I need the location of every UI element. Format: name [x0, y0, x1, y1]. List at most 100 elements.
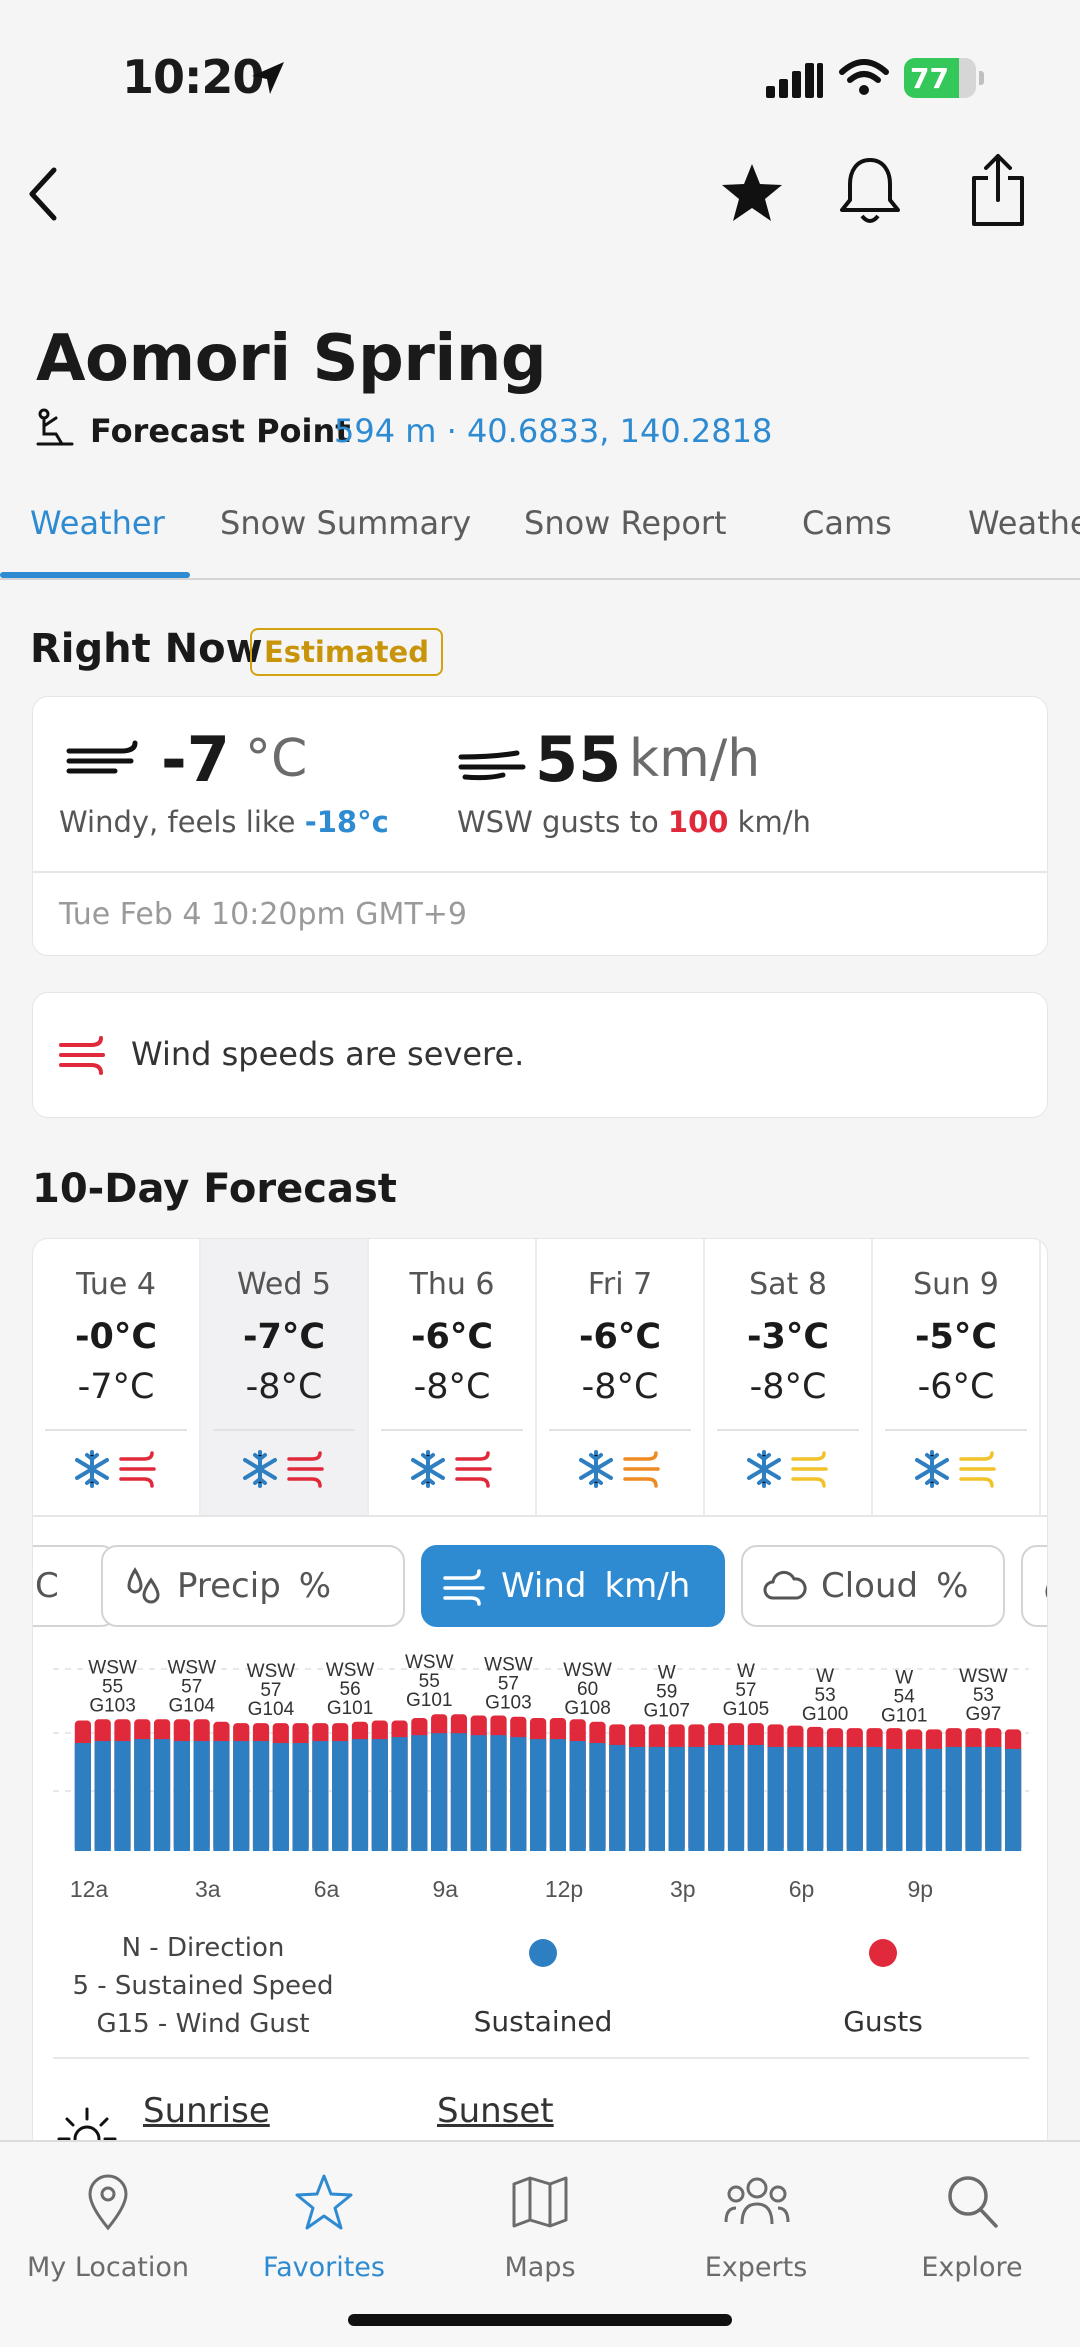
x-tick-label: 12p — [545, 1876, 583, 1902]
droplet-icon — [1045, 1585, 1047, 1598]
annotation-gust: G101 — [881, 1705, 927, 1726]
tab-weather-more[interactable]: Weathe — [968, 504, 1080, 542]
day-name: Sun 9 — [913, 1267, 999, 1302]
annotation-sustained: 55 — [419, 1671, 440, 1692]
forecast-point-label: Forecast Point — [90, 412, 351, 450]
annotation-gust: G108 — [564, 1698, 610, 1719]
sunrise-label[interactable]: Sunrise — [143, 2091, 270, 2131]
chip-humidity[interactable] — [1021, 1545, 1047, 1627]
location-title: Aomori Spring — [36, 322, 547, 396]
wind-level-icon — [455, 1451, 492, 1488]
annotation-direction: WSW — [247, 1661, 296, 1682]
annotation-sustained: 56 — [340, 1679, 361, 1700]
current-conditions-card: -7 °C Windy, feels like -18°c 55 km/h WS… — [32, 696, 1048, 956]
forecast-day[interactable]: Sat 8 -3°C -8°C — [705, 1239, 871, 1515]
annotation-gust: G103 — [485, 1693, 531, 1714]
day-low-temp: -7°C — [77, 1367, 155, 1407]
forecast-day[interactable]: Tue 4 -0°C -7°C — [33, 1239, 199, 1515]
forecast-point-info[interactable]: 594 m · 40.6833, 140.2818 — [334, 412, 772, 450]
day-high-temp: -5°C — [914, 1317, 998, 1357]
wind-alert-card[interactable]: Wind speeds are severe. — [32, 992, 1048, 1118]
annotation-gust: G104 — [169, 1695, 216, 1716]
current-temperature: -7 — [161, 723, 230, 796]
day-high-temp: -6°C — [410, 1317, 494, 1357]
sustained-bar — [727, 1744, 745, 1851]
sustained-bar — [807, 1746, 824, 1851]
chip-wind[interactable]: Wind km/h — [421, 1545, 725, 1627]
sustained-bar — [609, 1744, 626, 1851]
chip-wind-unit: km/h — [604, 1566, 691, 1606]
sustained-bar — [351, 1739, 369, 1851]
snowflake-icon — [75, 1450, 109, 1488]
wifi-icon — [839, 59, 889, 95]
forecast-day[interactable]: Wed 5 -7°C -8°C — [201, 1239, 367, 1515]
skier-lift-icon — [36, 408, 74, 446]
nav-explore-label: Explore — [921, 2252, 1023, 2283]
sustained-bar — [173, 1741, 190, 1851]
annotation-gust: G103 — [89, 1695, 135, 1716]
nav-my-location-label: My Location — [26, 2252, 190, 2283]
map-icon — [512, 2176, 568, 2228]
ten-day-forecast-heading: 10-Day Forecast — [32, 1166, 397, 1212]
back-icon[interactable] — [26, 166, 62, 222]
sustained-bar — [747, 1744, 764, 1851]
sustained-bar — [94, 1741, 111, 1851]
days-divider — [33, 1515, 1047, 1517]
annotation-sustained: 57 — [260, 1680, 281, 1701]
legend-sustained-label: Sustained — [473, 2005, 613, 2038]
tab-weather[interactable]: Weather — [30, 504, 165, 542]
x-tick-label: 9p — [907, 1876, 933, 1902]
favorite-star-icon[interactable] — [720, 160, 784, 224]
wind-level-icon — [287, 1451, 324, 1488]
sustained-bar — [648, 1746, 665, 1851]
sustained-bar — [431, 1733, 448, 1851]
tab-cams[interactable]: Cams — [802, 504, 892, 542]
forecast-day[interactable]: Sun 9 -5°C -6°C — [873, 1239, 1039, 1515]
chip-precip[interactable]: Precip % — [101, 1545, 405, 1627]
sustained-bar — [134, 1739, 151, 1851]
people-icon — [724, 2177, 790, 2225]
tab-snow-summary[interactable]: Snow Summary — [220, 504, 471, 542]
sustained-bar — [866, 1746, 883, 1851]
forecast-day[interactable]: Fri 7 -6°C -8°C — [537, 1239, 703, 1515]
search-icon — [948, 2176, 998, 2228]
share-icon[interactable] — [966, 152, 1030, 228]
sustained-bar — [490, 1735, 507, 1851]
feels-like-value: -18°c — [304, 805, 389, 839]
sustained-bar — [411, 1735, 428, 1851]
annotation-sustained: 54 — [894, 1686, 916, 1707]
location-arrow-icon — [252, 62, 284, 94]
wind-level-icon — [119, 1451, 156, 1488]
forecast-day[interactable]: Thu 6 -6°C -8°C — [369, 1239, 535, 1515]
notification-bell-icon[interactable] — [838, 154, 902, 226]
day-high-temp: -7°C — [242, 1317, 326, 1357]
sustained-bar — [371, 1739, 388, 1851]
sustained-bar — [569, 1741, 586, 1851]
annotation-direction: W — [816, 1666, 834, 1687]
chip-wind-label: Wind — [501, 1566, 587, 1606]
day-low-temp: -8°C — [581, 1367, 659, 1407]
day-name: Thu 6 — [409, 1267, 495, 1302]
chip-cloud[interactable]: Cloud % — [741, 1545, 1005, 1627]
annotation-sustained: 57 — [498, 1674, 519, 1695]
annotation-direction: W — [895, 1667, 913, 1688]
sustained-bar — [708, 1744, 725, 1851]
nav-favorites-label: Favorites — [263, 2252, 385, 2283]
sustained-bar — [549, 1739, 567, 1851]
annotation-gust: G97 — [965, 1704, 1001, 1725]
legend-sustained-dot — [529, 1939, 557, 1967]
nav-maps-label: Maps — [504, 2252, 576, 2283]
snowflake-icon — [243, 1450, 277, 1488]
sustained-bar — [332, 1741, 349, 1851]
sunset-label[interactable]: Sunset — [437, 2091, 554, 2131]
gust-prefix: WSW gusts to — [457, 805, 668, 839]
snowflake-icon — [915, 1450, 949, 1488]
annotation-gust: G104 — [248, 1699, 295, 1720]
tab-snow-report[interactable]: Snow Report — [524, 504, 727, 542]
day-high-temp: -0°C — [74, 1317, 158, 1357]
sustained-bar — [391, 1737, 408, 1851]
x-tick-label: 6p — [789, 1876, 815, 1902]
sustained-bar — [114, 1741, 131, 1851]
chip-cloud-unit: % — [936, 1566, 969, 1606]
annotation-direction: WSW — [959, 1666, 1008, 1687]
